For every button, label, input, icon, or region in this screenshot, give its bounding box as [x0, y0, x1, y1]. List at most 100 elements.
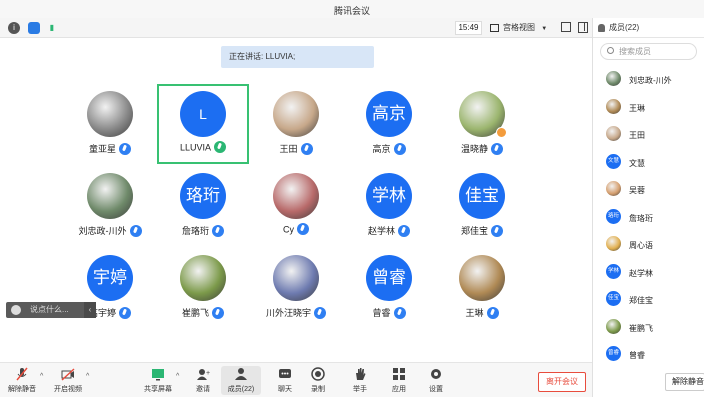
- member-list-item[interactable]: 周心语: [593, 231, 704, 259]
- participant-tile[interactable]: 学林 赵学林: [343, 166, 435, 246]
- participant-name: 詹珞珩: [181, 226, 209, 236]
- member-list-item[interactable]: 文慧 文慧: [593, 149, 704, 177]
- avatar: [180, 255, 226, 301]
- participant-tile[interactable]: 珞珩 詹珞珩: [157, 166, 249, 246]
- member-list-item[interactable]: 崔鹏飞: [593, 314, 704, 342]
- participant-name-row: LLUVIA: [159, 141, 247, 154]
- hand-icon: [353, 367, 367, 381]
- mic-icon: [491, 142, 503, 155]
- participant-tile[interactable]: 佳宝 郑佳宝: [436, 166, 528, 246]
- member-list-item[interactable]: 珞珩 詹珞珩: [593, 204, 704, 232]
- mic-icon: [119, 142, 131, 155]
- share-screen-button[interactable]: 共享屏幕: [138, 367, 178, 394]
- participant-tile[interactable]: 高京 高京: [343, 84, 435, 164]
- share-screen-icon: [151, 367, 165, 381]
- raise-hand-button[interactable]: 举手: [340, 367, 380, 394]
- shield-icon[interactable]: [28, 22, 40, 34]
- participant-tile[interactable]: 温晓静: [436, 84, 528, 164]
- mic-icon: [214, 141, 227, 153]
- video-options-caret[interactable]: ^: [86, 373, 89, 380]
- record-button[interactable]: 录制: [298, 367, 338, 394]
- audio-options-caret[interactable]: ^: [40, 373, 43, 380]
- members-panel-header: 成员(22): [593, 18, 704, 38]
- participant-tile[interactable]: 王琳: [436, 248, 528, 328]
- participant-tile[interactable]: 崔鹏飞: [157, 248, 249, 328]
- member-list-item[interactable]: 王田: [593, 121, 704, 149]
- participant-name-row: 郑佳宝: [436, 224, 528, 238]
- chat-icon: [278, 367, 292, 381]
- participant-name: Cy: [283, 224, 294, 235]
- fullscreen-icon[interactable]: [561, 22, 571, 32]
- mic-icon: [398, 224, 410, 237]
- chat-input[interactable]: 说点什么... ‹: [6, 302, 96, 318]
- svg-text:+: +: [206, 370, 210, 377]
- record-label: 录制: [311, 386, 325, 393]
- avatar: [606, 126, 621, 141]
- member-name: 周心语: [629, 241, 653, 250]
- title-bar: 腾讯会议: [0, 0, 704, 18]
- share-options-caret[interactable]: ^: [176, 373, 179, 380]
- member-name: 崔鹏飞: [629, 323, 653, 333]
- member-list-item[interactable]: 吴蓉: [593, 176, 704, 204]
- members-label: 成员(22): [227, 386, 255, 393]
- mic-icon: [393, 306, 406, 319]
- start-video-button[interactable]: 开启视频: [48, 367, 88, 394]
- participant-tile[interactable]: 曾睿 曾睿: [343, 248, 435, 328]
- emoji-icon[interactable]: [11, 305, 21, 315]
- members-panel: 成员(22) 搜索成员 刘忠政-川外 王琳 王田 文慧 文慧 吴蓉 珞珩 詹珞珩周心语学林 赵学…: [592, 18, 704, 397]
- leave-meeting-button[interactable]: 离开会议: [538, 372, 586, 392]
- unmute-all-button[interactable]: 解除静音: [665, 373, 704, 391]
- sidebar-toggle-icon[interactable]: [578, 22, 588, 33]
- info-icon[interactable]: i: [8, 22, 20, 34]
- avatar: [273, 91, 319, 137]
- participant-name-row: 崔鹏飞: [157, 306, 249, 320]
- participant-name-row: 温晓静: [436, 142, 528, 156]
- collapse-chat-icon[interactable]: ‹: [84, 302, 96, 318]
- participant-name-row: 王琳: [436, 306, 528, 320]
- unmute-label: 解除静音: [8, 386, 36, 393]
- participant-tile[interactable]: L LLUVIA: [157, 84, 249, 164]
- mic-icon: [393, 142, 406, 155]
- mic-icon: [119, 306, 131, 319]
- participant-name-row: 刘忠政-川外: [64, 224, 156, 238]
- avatar: [87, 173, 133, 219]
- participant-tile[interactable]: 川外汪晓宇: [250, 248, 342, 328]
- member-list-item[interactable]: 佳宝 郑佳宝: [593, 286, 704, 314]
- avatar: 珞珩: [606, 208, 621, 224]
- signal-icon[interactable]: ▮: [46, 22, 58, 34]
- person-icon: [598, 24, 605, 32]
- avatar: [606, 98, 621, 114]
- member-search-input[interactable]: 搜索成员: [600, 43, 697, 60]
- participant-tile[interactable]: Cy: [250, 166, 342, 246]
- view-mode-button[interactable]: 宫格视图 ▼: [490, 21, 547, 35]
- member-list-item[interactable]: 学林 赵学林: [593, 259, 704, 287]
- participant-name: 川外汪晓宇: [265, 308, 311, 318]
- apps-button[interactable]: 应用: [379, 367, 419, 394]
- participant-name: 刘忠政-川外: [78, 226, 127, 236]
- member-list: 刘忠政-川外 王琳 王田 文慧 文慧 吴蓉 珞珩 詹珞珩周心语学林 赵学林 佳宝 郑佳宝崔鹏飞曾睿曾…: [593, 66, 704, 369]
- members-button[interactable]: 成员(22): [221, 366, 261, 395]
- unmute-button[interactable]: 解除静音: [2, 367, 42, 394]
- participant-name: 崔鹏飞: [181, 308, 209, 318]
- participant-tile[interactable]: 王田: [250, 84, 342, 164]
- member-name: 郑佳宝: [629, 296, 653, 305]
- invite-button[interactable]: + 邀请: [183, 367, 223, 394]
- member-list-item[interactable]: 曾睿 曾睿: [593, 341, 704, 369]
- settings-button[interactable]: 设置: [416, 367, 456, 394]
- member-list-item[interactable]: 王琳: [593, 94, 704, 122]
- participant-name: LLUVIA: [179, 142, 212, 153]
- participant-name: 温晓静: [460, 144, 488, 154]
- participant-name: 高京: [372, 144, 391, 154]
- member-list-item[interactable]: 刘忠政-川外: [593, 66, 704, 94]
- avatar: [606, 318, 621, 334]
- mic-icon: [129, 224, 142, 237]
- meeting-clock: 15:49: [455, 21, 482, 35]
- participant-tile[interactable]: 童亚星: [64, 84, 156, 164]
- avatar: 曾睿: [366, 255, 412, 301]
- view-mode-label: 宫格视图: [503, 23, 535, 32]
- participant-name-row: 高京: [343, 142, 435, 156]
- participant-name-row: 詹珞珩: [157, 224, 249, 238]
- avatar: [459, 255, 505, 301]
- participant-tile[interactable]: 刘忠政-川外: [64, 166, 156, 246]
- avatar: 佳宝: [459, 173, 505, 219]
